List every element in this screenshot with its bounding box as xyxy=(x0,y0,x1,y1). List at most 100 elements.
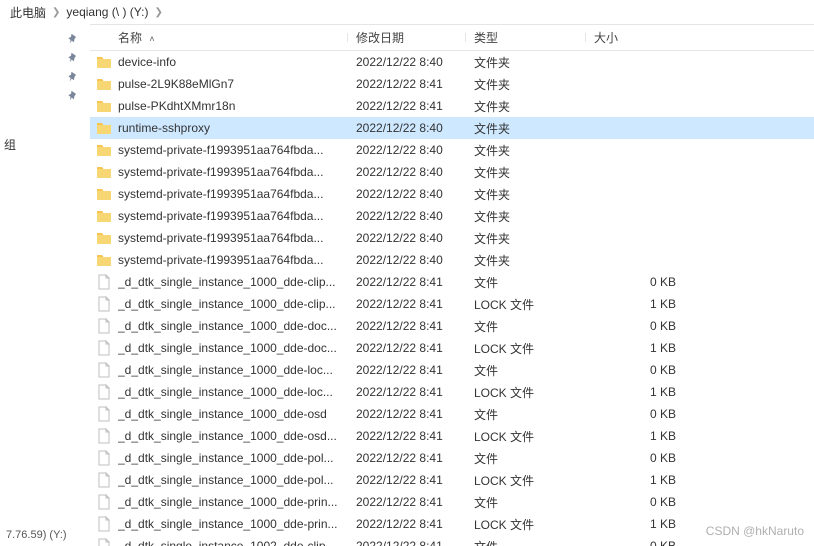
file-type: 文件夹 xyxy=(466,252,586,269)
breadcrumb[interactable]: 此电脑 ❯ yeqiang (\ ) (Y:) ❯ xyxy=(0,0,814,24)
file-size: 0 KB xyxy=(586,407,706,421)
file-date: 2022/12/22 8:40 xyxy=(348,209,466,223)
table-row[interactable]: device-info 2022/12/22 8:40文件夹 xyxy=(90,51,814,73)
file-size: 1 KB xyxy=(586,517,706,531)
breadcrumb-root[interactable]: 此电脑 xyxy=(4,4,52,21)
table-row[interactable]: systemd-private-f1993951aa764fbda... 2022… xyxy=(90,161,814,183)
file-type: 文件夹 xyxy=(466,54,586,71)
folder-icon xyxy=(96,186,112,202)
file-name: runtime-sshproxy xyxy=(118,121,210,135)
file-date: 2022/12/22 8:40 xyxy=(348,143,466,157)
file-type: 文件夹 xyxy=(466,230,586,247)
file-date: 2022/12/22 8:40 xyxy=(348,165,466,179)
file-name: _d_dtk_single_instance_1000_dde-pol... xyxy=(118,473,334,487)
file-date: 2022/12/22 8:41 xyxy=(348,363,466,377)
table-row[interactable]: _d_dtk_single_instance_1000_dde-loc... 20… xyxy=(90,381,814,403)
table-row[interactable]: systemd-private-f1993951aa764fbda... 2022… xyxy=(90,139,814,161)
table-row[interactable]: _d_dtk_single_instance_1000_dde-doc...20… xyxy=(90,337,814,359)
file-size: 0 KB xyxy=(586,363,706,377)
file-date: 2022/12/22 8:40 xyxy=(348,121,466,135)
column-header-date[interactable]: 修改日期 xyxy=(348,29,466,46)
sort-asc-icon: ˄ xyxy=(149,34,154,44)
file-type: LOCK 文件 xyxy=(466,384,586,401)
table-row[interactable]: systemd-private-f1993951aa764fbda... 2022… xyxy=(90,249,814,271)
file-date: 2022/12/22 8:41 xyxy=(348,99,466,113)
file-size: 0 KB xyxy=(586,275,706,289)
file-name: _d_dtk_single_instance_1000_dde-doc... xyxy=(118,341,337,355)
pin-icon[interactable] xyxy=(0,49,90,68)
table-row[interactable]: systemd-private-f1993951aa764fbda...2022… xyxy=(90,227,814,249)
file-name: _d_dtk_single_instance_1000_dde-doc... xyxy=(118,319,337,333)
file-name: systemd-private-f1993951aa764fbda... xyxy=(118,143,323,157)
file-type: LOCK 文件 xyxy=(466,428,586,445)
file-date: 2022/12/22 8:40 xyxy=(348,253,466,267)
file-size: 0 KB xyxy=(586,539,706,546)
pin-icon[interactable] xyxy=(0,30,90,49)
table-row[interactable]: _d_dtk_single_instance_1000_dde-loc... 20… xyxy=(90,359,814,381)
table-row[interactable]: systemd-private-f1993951aa764fbda...2022… xyxy=(90,205,814,227)
status-text: 7.76.59) (Y:) xyxy=(6,529,67,541)
table-row[interactable]: _d_dtk_single_instance_1000_dde-clip...2… xyxy=(90,293,814,315)
file-date: 2022/12/22 8:41 xyxy=(348,429,466,443)
file-icon xyxy=(96,472,112,488)
file-name: pulse-2L9K88eMlGn7 xyxy=(118,77,234,91)
file-name: _d_dtk_single_instance_1000_dde-prin... xyxy=(118,517,338,531)
file-type: 文件 xyxy=(466,538,586,546)
file-icon xyxy=(96,450,112,466)
table-row[interactable]: _d_dtk_single_instance_1000_dde-doc... 20… xyxy=(90,315,814,337)
column-header-size[interactable]: 大小 xyxy=(586,29,706,46)
file-date: 2022/12/22 8:41 xyxy=(348,473,466,487)
file-type: LOCK 文件 xyxy=(466,296,586,313)
table-row[interactable]: _d_dtk_single_instance_1000_dde-pol... 20… xyxy=(90,469,814,491)
status-bar: 7.76.59) (Y:) xyxy=(0,524,73,546)
pin-icon[interactable] xyxy=(0,87,90,106)
file-name: _d_dtk_single_instance_1000_dde-loc... xyxy=(118,385,333,399)
file-icon xyxy=(96,384,112,400)
file-icon xyxy=(96,318,112,334)
breadcrumb-folder[interactable]: yeqiang (\ ) (Y:) xyxy=(60,5,154,19)
file-type: 文件 xyxy=(466,450,586,467)
file-date: 2022/12/22 8:40 xyxy=(348,55,466,69)
folder-icon xyxy=(96,164,112,180)
file-type: 文件夹 xyxy=(466,120,586,137)
table-row[interactable]: _d_dtk_single_instance_1002_dde-clip...2… xyxy=(90,535,814,546)
table-row[interactable]: systemd-private-f1993951aa764fbda... 2022… xyxy=(90,183,814,205)
pin-icon[interactable] xyxy=(0,68,90,87)
folder-icon xyxy=(96,98,112,114)
column-header-name[interactable]: 名称 ˄ xyxy=(90,29,348,46)
file-icon xyxy=(96,428,112,444)
file-type: 文件夹 xyxy=(466,186,586,203)
table-row[interactable]: _d_dtk_single_instance_1000_dde-pol...20… xyxy=(90,447,814,469)
file-type: 文件夹 xyxy=(466,142,586,159)
file-date: 2022/12/22 8:41 xyxy=(348,319,466,333)
file-name: _d_dtk_single_instance_1000_dde-loc... xyxy=(118,363,333,377)
file-name: systemd-private-f1993951aa764fbda... xyxy=(118,187,323,201)
file-date: 2022/12/22 8:41 xyxy=(348,385,466,399)
file-date: 2022/12/22 8:41 xyxy=(348,297,466,311)
file-name: systemd-private-f1993951aa764fbda... xyxy=(118,165,323,179)
table-row[interactable]: _d_dtk_single_instance_1000_dde-osd...20… xyxy=(90,425,814,447)
column-header-type[interactable]: 类型 xyxy=(466,29,586,46)
table-row[interactable]: runtime-sshproxy 2022/12/22 8:40文件夹 xyxy=(90,117,814,139)
file-type: 文件夹 xyxy=(466,164,586,181)
table-row[interactable]: _d_dtk_single_instance_1000_dde-osd2022/… xyxy=(90,403,814,425)
file-name: device-info xyxy=(118,55,176,69)
table-row[interactable]: _d_dtk_single_instance_1000_dde-prin...2… xyxy=(90,491,814,513)
table-row[interactable]: _d_dtk_single_instance_1000_dde-clip...2… xyxy=(90,271,814,293)
file-date: 2022/12/22 8:41 xyxy=(348,77,466,91)
file-size: 0 KB xyxy=(586,319,706,333)
table-row[interactable]: _d_dtk_single_instance_1000_dde-prin...2… xyxy=(90,513,814,535)
file-type: 文件 xyxy=(466,362,586,379)
file-date: 2022/12/22 8:41 xyxy=(348,275,466,289)
file-type: LOCK 文件 xyxy=(466,340,586,357)
table-row[interactable]: pulse-PKdhtXMmr18n2022/12/22 8:41文件夹 xyxy=(90,95,814,117)
chevron-right-icon: ❯ xyxy=(154,7,162,18)
table-row[interactable]: pulse-2L9K88eMlGn72022/12/22 8:41文件夹 xyxy=(90,73,814,95)
file-date: 2022/12/22 8:41 xyxy=(348,451,466,465)
file-size: 1 KB xyxy=(586,341,706,355)
sidebar-group-label[interactable]: 组 xyxy=(0,106,90,153)
file-size: 1 KB xyxy=(586,473,706,487)
file-date: 2022/12/22 8:40 xyxy=(348,187,466,201)
file-name: systemd-private-f1993951aa764fbda... xyxy=(118,253,323,267)
folder-icon xyxy=(96,252,112,268)
